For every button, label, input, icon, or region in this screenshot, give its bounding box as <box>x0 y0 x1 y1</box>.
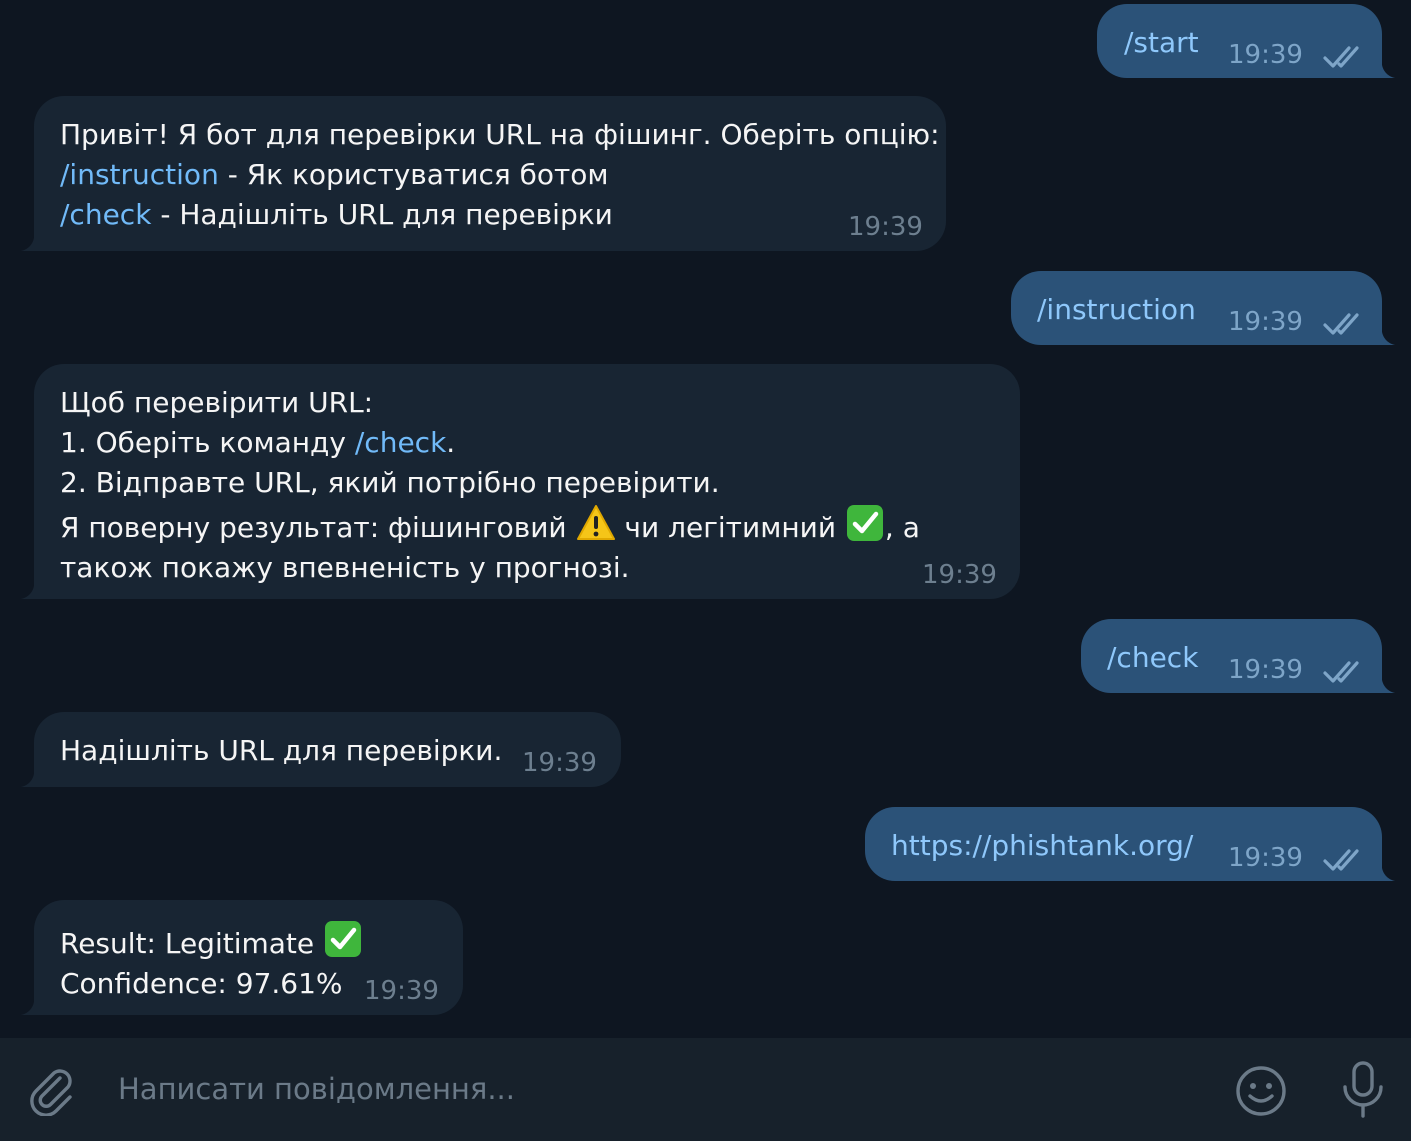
message-time: 19:39 <box>848 212 923 242</box>
bubble-tail <box>18 771 34 787</box>
command-link-instruction[interactable]: /instruction <box>60 158 219 191</box>
double-check-icon <box>1323 661 1359 683</box>
message-composer: Написати повідомлення... <box>0 1038 1411 1141</box>
message-line: - Як користуватися ботом <box>218 158 609 191</box>
bubble-tail <box>1382 62 1398 78</box>
bubble-tail <box>18 583 34 599</box>
message-link[interactable]: https://phishtank.org/ <box>891 826 1193 866</box>
message-time: 19:39 <box>522 748 597 778</box>
message-line: також покажу впевненість у прогнозі. <box>60 551 630 584</box>
message-incoming[interactable]: Привіт! Я бот для перевірки URL на фішин… <box>18 96 946 251</box>
message-outgoing[interactable]: /instruction 19:39 <box>1011 271 1398 345</box>
message-line: . <box>446 426 456 459</box>
message-text[interactable]: /start <box>1124 23 1199 63</box>
message-line: , а <box>884 511 920 544</box>
message-line: Привіт! Я бот для перевірки URL на фішин… <box>60 118 940 151</box>
paperclip-icon[interactable] <box>26 1064 78 1116</box>
message-incoming[interactable]: Надішліть URL для перевірки. 19:39 <box>18 712 621 787</box>
message-time: 19:39 <box>1228 307 1303 337</box>
microphone-icon[interactable] <box>1336 1060 1390 1120</box>
double-check-icon <box>1323 849 1359 871</box>
bubble-tail <box>18 999 34 1015</box>
message-time: 19:39 <box>1228 40 1303 70</box>
message-outgoing[interactable]: /start 19:39 <box>1097 4 1398 78</box>
message-line: чи легітимний <box>615 511 845 544</box>
command-link-check[interactable]: /check <box>355 426 446 459</box>
check-mark-button-icon <box>846 505 883 541</box>
message-incoming[interactable]: Result: Legitimate Confidence: 97.61% 19… <box>18 900 463 1015</box>
bubble-tail <box>18 235 34 251</box>
message-line: Я поверну результат: фішинговий <box>60 511 576 544</box>
bubble-tail <box>1382 865 1398 881</box>
message-text[interactable]: /instruction <box>1037 290 1196 330</box>
message-time: 19:39 <box>364 976 439 1006</box>
message-incoming[interactable]: Щоб перевірити URL: 1. Оберіть команду /… <box>18 364 1020 599</box>
result-text: Result: Legitimate <box>60 927 324 960</box>
confidence-text: Confidence: 97.61% <box>60 967 343 1000</box>
bubble-tail <box>1382 329 1398 345</box>
smile-icon[interactable] <box>1234 1064 1288 1118</box>
message-time: 19:39 <box>1228 843 1303 873</box>
message-line: Щоб перевірити URL: <box>60 386 374 419</box>
message-text: Надішліть URL для перевірки. <box>60 734 503 767</box>
message-time: 19:39 <box>922 560 997 590</box>
command-link-check[interactable]: /check <box>60 198 151 231</box>
check-mark-button-icon <box>325 921 362 957</box>
message-line: 2. Відправте URL, який потрібно перевіри… <box>60 466 720 499</box>
message-line: - Надішліть URL для перевірки <box>151 198 613 231</box>
message-time: 19:39 <box>1228 655 1303 685</box>
double-check-icon <box>1323 313 1359 335</box>
message-outgoing[interactable]: https://phishtank.org/ 19:39 <box>865 807 1398 881</box>
message-input[interactable]: Написати повідомлення... <box>118 1071 515 1107</box>
warning-icon <box>576 505 615 540</box>
double-check-icon <box>1323 46 1359 68</box>
message-line: 1. Оберіть команду <box>60 426 355 459</box>
message-text[interactable]: /check <box>1107 638 1198 678</box>
bubble-tail <box>1382 677 1398 693</box>
chat-history[interactable]: /start 19:39 Привіт! Я бот для перевірки… <box>0 0 1411 1038</box>
message-outgoing[interactable]: /check 19:39 <box>1081 619 1398 693</box>
